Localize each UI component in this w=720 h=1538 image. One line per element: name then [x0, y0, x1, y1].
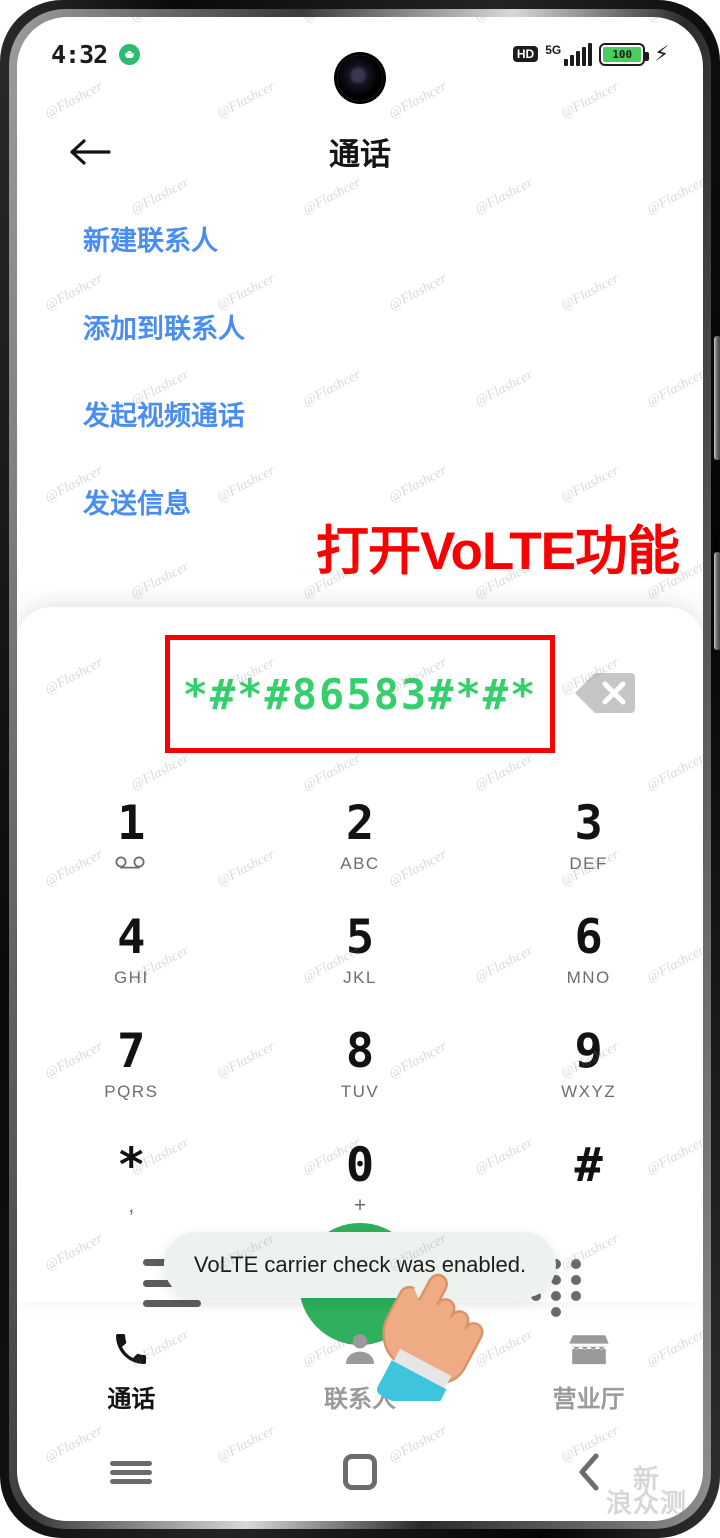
quick-action-add-to-contact[interactable]: 添加到联系人: [83, 314, 543, 345]
key-star-digit: *: [117, 1137, 146, 1193]
storefront-icon: [568, 1325, 610, 1369]
tab-store-label: 营业厅: [552, 1385, 625, 1413]
key-6-digit: 6: [574, 909, 603, 965]
watermark-tile: @Flashcer: [301, 1519, 364, 1521]
dialer-panel: *#*#86583#*#* 1 2 ABC 3 DEF 4 GHI 5 JKL …: [17, 607, 703, 1345]
pointing-hand-cursor: [369, 1261, 509, 1419]
watermark-tile: @Flashcer: [17, 559, 20, 602]
key-7-digit: 7: [117, 1023, 146, 1079]
watermark-tile: @Flashcer: [129, 1519, 192, 1521]
power-button[interactable]: [714, 552, 720, 650]
key-0-sub: +: [353, 1193, 367, 1217]
dial-input-value[interactable]: *#*#86583#*#*: [183, 670, 538, 719]
dialpad-key-2[interactable]: 2 ABC: [285, 779, 435, 893]
android-nav-bar: [17, 1431, 703, 1513]
status-clock: 4:32: [51, 39, 108, 69]
corner-watermark: 新 浪众测: [605, 1467, 687, 1520]
watermark-tile: @Flashcer: [17, 367, 20, 410]
home-square-icon[interactable]: [320, 1444, 400, 1500]
backspace-icon[interactable]: [573, 671, 635, 715]
phone-frame: 4:32 HD 5G 100 ⚡ 通话 新建联系人 添加到联系人 发起视频通话 …: [0, 0, 720, 1538]
key-2-letters: ABC: [340, 853, 380, 873]
dialpad-keys: 1 2 ABC 3 DEF 4 GHI 5 JKL 6 MNO 7 PQRS 8…: [17, 779, 703, 1235]
dial-input-highlight-box: *#*#86583#*#*: [165, 635, 555, 753]
tab-calls-label: 通话: [107, 1385, 156, 1413]
key-7-letters: PQRS: [104, 1081, 159, 1101]
dialpad-key-hash[interactable]: #: [514, 1121, 664, 1235]
key-star-sub: ,: [128, 1193, 135, 1217]
bottom-tab-bar: 通话 联系人 营业厅: [17, 1307, 703, 1431]
dialpad-key-9[interactable]: 9 WXYZ: [514, 1007, 664, 1121]
hd-voice-icon: HD: [512, 46, 539, 62]
key-3-letters: DEF: [569, 853, 608, 873]
key-4-letters: GHI: [113, 967, 149, 987]
key-1-digit: 1: [117, 796, 146, 851]
voicemail-icon: [114, 853, 148, 872]
key-0-digit: 0: [345, 1137, 375, 1193]
phone-icon: [111, 1325, 151, 1369]
battery-percent-label: 100: [612, 47, 633, 61]
dialpad-key-7[interactable]: 7 PQRS: [56, 1007, 206, 1121]
annotation-open-volte: 打开VoLTE功能: [316, 522, 680, 581]
key-6-letters: MNO: [566, 967, 611, 987]
dialpad-key-8[interactable]: 8 TUV: [285, 1007, 435, 1121]
dialpad-key-4[interactable]: 4 GHI: [56, 893, 206, 1007]
battery-fill: 100: [603, 46, 642, 62]
key-3-digit: 3: [574, 795, 603, 851]
key-hash-digit: #: [574, 1137, 603, 1193]
status-bar-left: 4:32: [51, 39, 141, 69]
key-4-digit: 4: [117, 909, 146, 965]
watermark-tile: @Flashcer: [473, 1519, 536, 1521]
signal-bars-icon: 5G: [545, 42, 593, 66]
dialpad-key-1[interactable]: 1: [56, 779, 206, 893]
phone-screen: 4:32 HD 5G 100 ⚡ 通话 新建联系人 添加到联系人 发起视频通话 …: [17, 17, 703, 1521]
dialpad-key-3[interactable]: 3 DEF: [514, 779, 664, 893]
front-camera-punch-hole: [337, 55, 383, 101]
quick-action-video-call[interactable]: 发起视频通话: [83, 402, 543, 432]
dialpad-key-6[interactable]: 6 MNO: [514, 893, 664, 1007]
dial-input-row: *#*#86583#*#*: [17, 635, 703, 763]
watermark-tile: @Flashcer: [644, 367, 703, 410]
key-9-digit: 9: [574, 1023, 603, 1079]
watermark-tile: @Flashcer: [558, 463, 622, 506]
dialpad-key-0[interactable]: 0 +: [285, 1121, 435, 1235]
network-type-label: 5G: [545, 42, 562, 57]
watermark-tile: @Flashcer: [17, 1519, 20, 1521]
key-5-digit: 5: [345, 909, 375, 965]
key-8-digit: 8: [345, 1023, 375, 1079]
quick-action-new-contact[interactable]: 新建联系人: [83, 226, 543, 257]
dialpad-key-star[interactable]: * ,: [56, 1121, 206, 1235]
key-5-letters: JKL: [343, 967, 377, 987]
charging-bolt-icon: ⚡: [654, 42, 669, 66]
status-bar-right: HD 5G 100 ⚡: [512, 42, 669, 66]
corner-watermark-line2: 浪众测: [605, 1489, 687, 1520]
battery-icon: 100: [599, 42, 650, 66]
key-8-letters: TUV: [340, 1081, 380, 1101]
key-9-letters: WXYZ: [561, 1081, 617, 1101]
watermark-tile: @Flashcer: [558, 271, 622, 314]
page-title: 通话: [329, 136, 391, 172]
tab-calls[interactable]: 通话: [17, 1325, 246, 1414]
android-robot-icon: [119, 43, 141, 65]
dialpad-key-5[interactable]: 5 JKL: [285, 893, 435, 1007]
recents-icon[interactable]: [91, 1444, 171, 1500]
volume-rocker-button[interactable]: [714, 336, 720, 460]
quick-action-send-message[interactable]: 发送信息: [83, 489, 543, 520]
key-2-digit: 2: [345, 795, 375, 851]
app-header: 通话: [17, 115, 703, 187]
